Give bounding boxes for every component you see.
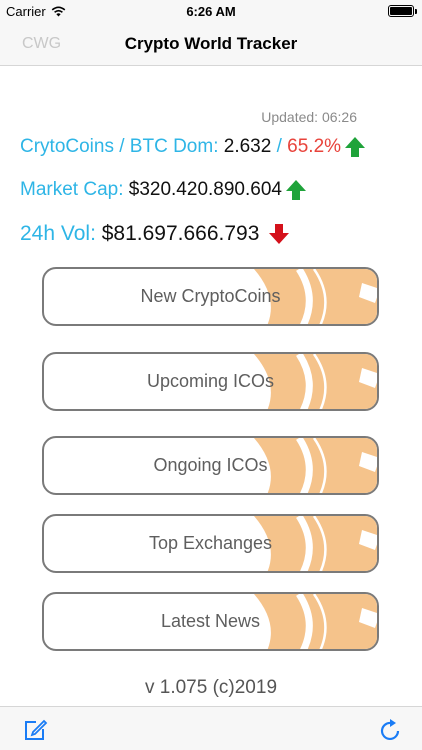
- status-time: 6:26 AM: [186, 4, 236, 19]
- new-cryptocoins-button[interactable]: New CryptoCoins: [42, 267, 379, 326]
- arrow-down-icon: [269, 224, 290, 244]
- battery-icon: [388, 5, 417, 17]
- arrow-up-icon: [345, 137, 366, 157]
- bottom-toolbar: [0, 706, 422, 750]
- ongoing-icos-button[interactable]: Ongoing ICOs: [42, 436, 379, 495]
- btc-dominance-value: 65.2%: [287, 136, 342, 157]
- market-cap-row: Market Cap: $320.420.890.604: [20, 179, 307, 201]
- navigation-bar: CWG Crypto World Tracker: [0, 22, 422, 66]
- market-cap-value: $320.420.890.604: [128, 179, 282, 200]
- page-title: Crypto World Tracker: [124, 34, 298, 53]
- updated-timestamp: Updated: 06:26: [261, 109, 357, 125]
- volume-label: 24h Vol:: [20, 222, 96, 245]
- button-label: Top Exchanges: [148, 533, 273, 553]
- button-label: Ongoing ICOs: [153, 455, 268, 475]
- top-exchanges-button[interactable]: Top Exchanges: [42, 514, 379, 573]
- refresh-icon[interactable]: [378, 717, 404, 743]
- volume-row: 24h Vol: $81.697.666.793: [20, 222, 290, 246]
- button-label: Latest News: [160, 611, 261, 631]
- button-label: Upcoming ICOs: [146, 371, 275, 391]
- version-label: v 1.075 (c)2019: [144, 677, 278, 698]
- coins-dominance-row: CrytoCoins / BTC Dom: 2.632 / 65.2%: [20, 136, 366, 158]
- market-cap-label: Market Cap:: [20, 179, 124, 200]
- arrow-up-icon: [285, 180, 306, 200]
- latest-news-button[interactable]: Latest News: [42, 592, 379, 651]
- upcoming-icos-button[interactable]: Upcoming ICOs: [42, 352, 379, 411]
- compose-icon[interactable]: [22, 717, 48, 743]
- coins-label: CrytoCoins / BTC Dom:: [20, 136, 219, 157]
- status-bar: Carrier 6:26 AM: [0, 0, 422, 22]
- button-label: New CryptoCoins: [140, 286, 281, 306]
- volume-value: $81.697.666.793: [101, 222, 260, 245]
- coins-value: 2.632: [223, 136, 272, 157]
